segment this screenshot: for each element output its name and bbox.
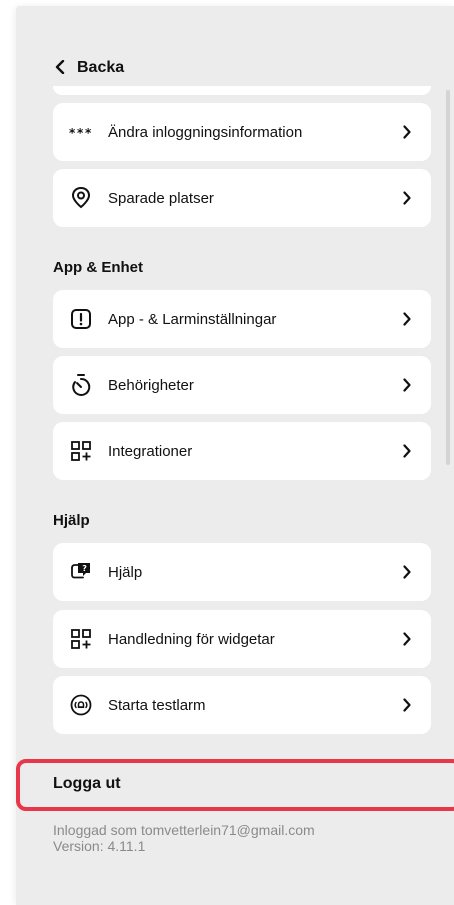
alert-box-icon — [68, 306, 94, 332]
menu-item-test-alarm[interactable]: Starta testlarm — [53, 676, 431, 734]
menu-item-label: Ändra inloggningsinformation — [108, 123, 303, 141]
menu-item-integrations[interactable]: Integrationer — [53, 422, 431, 480]
menu-item-change-login[interactable]: * * * Ändra inloggningsinformation — [53, 103, 431, 161]
logout-button[interactable]: Logga ut — [53, 775, 121, 793]
chevron-right-icon — [397, 312, 417, 326]
back-label: Backa — [77, 59, 125, 76]
chevron-right-icon — [397, 378, 417, 392]
menu-item-help[interactable]: ? Hjälp — [53, 543, 431, 601]
grid-plus-icon — [68, 626, 94, 652]
menu-item-permissions[interactable]: Behörigheter — [53, 356, 431, 414]
menu-item-label: Handledning för widgetar — [108, 630, 275, 648]
version-text: Version: 4.11.1 — [53, 838, 146, 854]
menu-item-label: App - & Larminställningar — [108, 310, 277, 328]
menu-item-label: Hjälp — [108, 563, 143, 581]
section-title-app-device: App & Enhet — [53, 259, 143, 276]
svg-text:*: * — [77, 127, 84, 137]
chevron-right-icon — [397, 191, 417, 205]
menu-item-label: Behörigheter — [108, 376, 194, 394]
menu-item-app-alarm-settings[interactable]: App - & Larminställningar — [53, 290, 431, 348]
chevron-right-icon — [397, 565, 417, 579]
alarm-sound-icon — [68, 692, 94, 718]
section-title-help: Hjälp — [53, 512, 90, 529]
menu-item-label: Integrationer — [108, 442, 193, 460]
menu-item-widget-guide[interactable]: Handledning för widgetar — [53, 610, 431, 668]
asterisks-icon: * * * — [68, 119, 94, 145]
logged-in-as-text: Inloggad som tomvetterlein71@gmail.com — [53, 822, 315, 838]
grid-plus-icon — [68, 438, 94, 464]
scrollbar-thumb[interactable] — [446, 90, 450, 465]
timer-icon — [68, 372, 94, 398]
chevron-right-icon — [397, 125, 417, 139]
account-info: Inloggad som tomvetterlein71@gmail.com V… — [53, 822, 315, 854]
menu-item-saved-places[interactable]: Sparade platser — [53, 169, 431, 227]
chevron-right-icon — [397, 632, 417, 646]
menu-item-label: Sparade platser — [108, 189, 214, 207]
partial-card-edge — [53, 86, 431, 95]
svg-text:*: * — [85, 127, 92, 137]
chevron-right-icon — [397, 444, 417, 458]
help-chat-icon: ? — [68, 559, 94, 585]
svg-text:?: ? — [82, 564, 87, 573]
chevron-right-icon — [397, 698, 417, 712]
menu-item-label: Starta testlarm — [108, 696, 206, 714]
location-pin-icon — [68, 185, 94, 211]
svg-text:*: * — [69, 127, 76, 137]
back-button[interactable]: Backa — [55, 56, 124, 80]
chevron-left-icon — [55, 59, 65, 77]
